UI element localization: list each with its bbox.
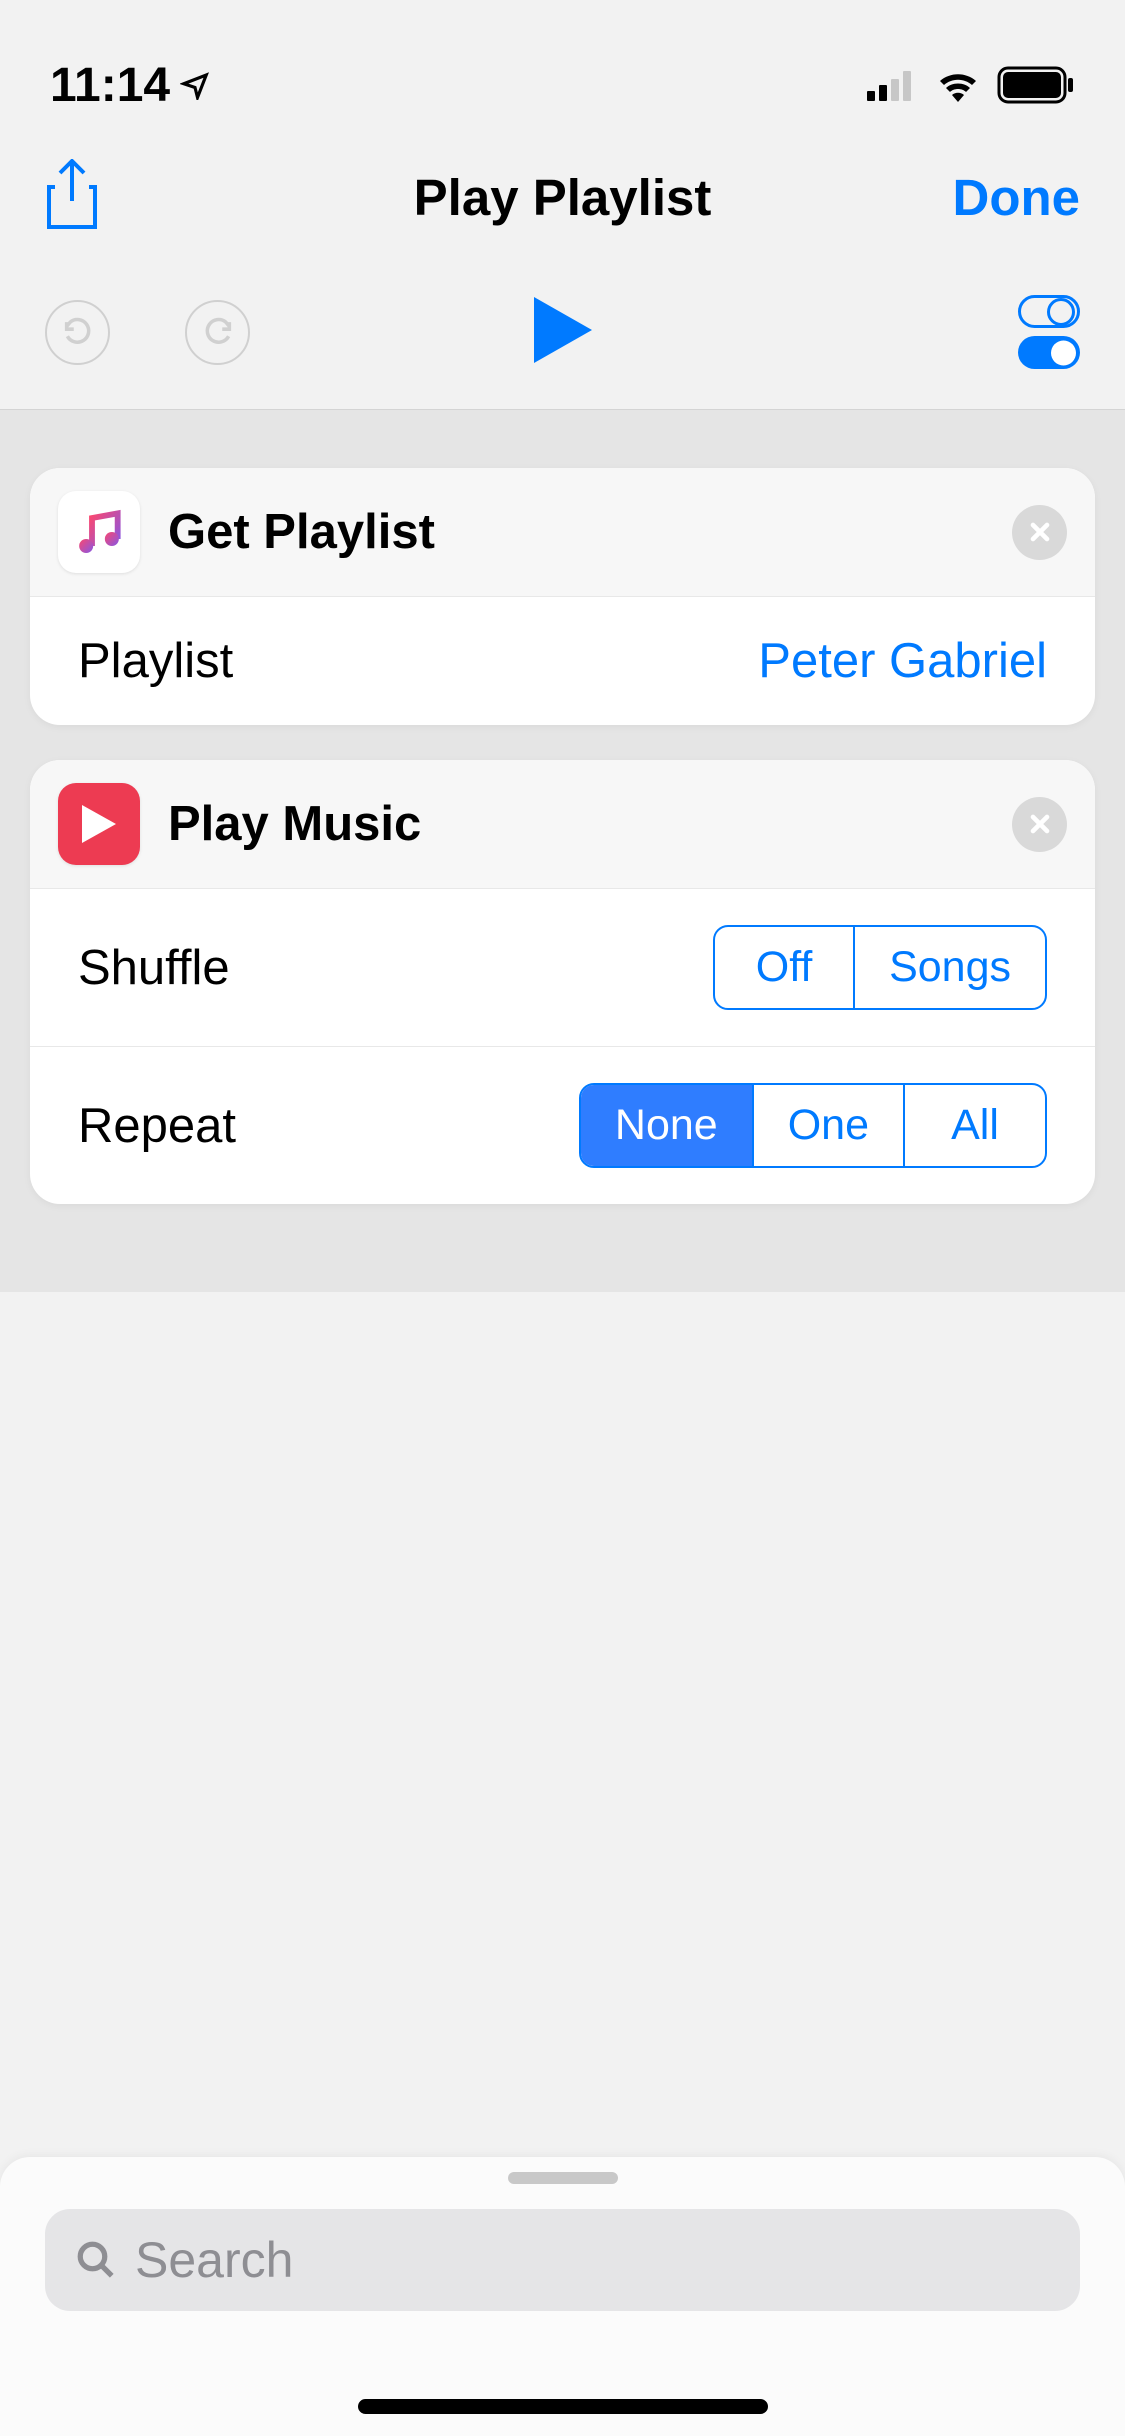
- cellular-icon: [867, 69, 919, 101]
- status-indicators: [867, 66, 1075, 104]
- status-time: 11:14: [50, 58, 170, 113]
- repeat-all[interactable]: All: [905, 1085, 1045, 1166]
- action-card-play-music[interactable]: Play Music Shuffle Off Songs Repeat None…: [30, 760, 1095, 1204]
- row-label: Repeat: [78, 1098, 236, 1154]
- search-box[interactable]: [45, 2209, 1080, 2311]
- row-label: Playlist: [78, 633, 233, 689]
- status-bar: 11:14: [0, 0, 1125, 140]
- repeat-row: Repeat None One All: [30, 1046, 1095, 1204]
- shuffle-songs[interactable]: Songs: [855, 927, 1045, 1008]
- card-header: Play Music: [30, 760, 1095, 888]
- battery-icon: [997, 66, 1075, 104]
- run-button[interactable]: [534, 297, 592, 368]
- toggle-1[interactable]: [1018, 295, 1080, 328]
- wifi-icon: [934, 68, 982, 102]
- shuffle-segmented[interactable]: Off Songs: [713, 925, 1047, 1010]
- repeat-segmented[interactable]: None One All: [579, 1083, 1047, 1168]
- status-time-group: 11:14: [50, 58, 210, 113]
- play-icon: [58, 783, 140, 865]
- toolbar-left: [45, 300, 250, 365]
- delete-action-button[interactable]: [1012, 505, 1067, 560]
- page-title: Play Playlist: [414, 168, 712, 227]
- location-icon: [180, 70, 210, 100]
- redo-button[interactable]: [185, 300, 250, 365]
- row-label: Shuffle: [78, 940, 230, 996]
- playlist-value[interactable]: Peter Gabriel: [758, 633, 1047, 689]
- action-card-get-playlist[interactable]: Get Playlist Playlist Peter Gabriel: [30, 468, 1095, 725]
- search-input[interactable]: [135, 2231, 1050, 2289]
- toolbar: [0, 255, 1125, 410]
- card-header: Get Playlist: [30, 468, 1095, 596]
- playlist-row[interactable]: Playlist Peter Gabriel: [30, 596, 1095, 725]
- shuffle-off[interactable]: Off: [715, 927, 855, 1008]
- music-note-icon: [58, 491, 140, 573]
- bottom-search-sheet[interactable]: [0, 2157, 1125, 2436]
- toggle-2[interactable]: [1018, 336, 1080, 369]
- view-toggles[interactable]: [1018, 295, 1080, 369]
- header: Play Playlist Done: [0, 140, 1125, 255]
- shuffle-row: Shuffle Off Songs: [30, 888, 1095, 1046]
- delete-action-button[interactable]: [1012, 797, 1067, 852]
- search-icon: [75, 2239, 117, 2281]
- undo-button[interactable]: [45, 300, 110, 365]
- drag-handle[interactable]: [508, 2172, 618, 2184]
- share-button[interactable]: [45, 159, 99, 236]
- repeat-one[interactable]: One: [754, 1085, 905, 1166]
- card-title: Play Music: [168, 796, 421, 852]
- home-indicator[interactable]: [358, 2399, 768, 2414]
- workflow-canvas[interactable]: Get Playlist Playlist Peter Gabriel Play…: [0, 410, 1125, 1292]
- repeat-none[interactable]: None: [581, 1085, 754, 1166]
- done-button[interactable]: Done: [953, 168, 1081, 227]
- card-title: Get Playlist: [168, 504, 435, 560]
